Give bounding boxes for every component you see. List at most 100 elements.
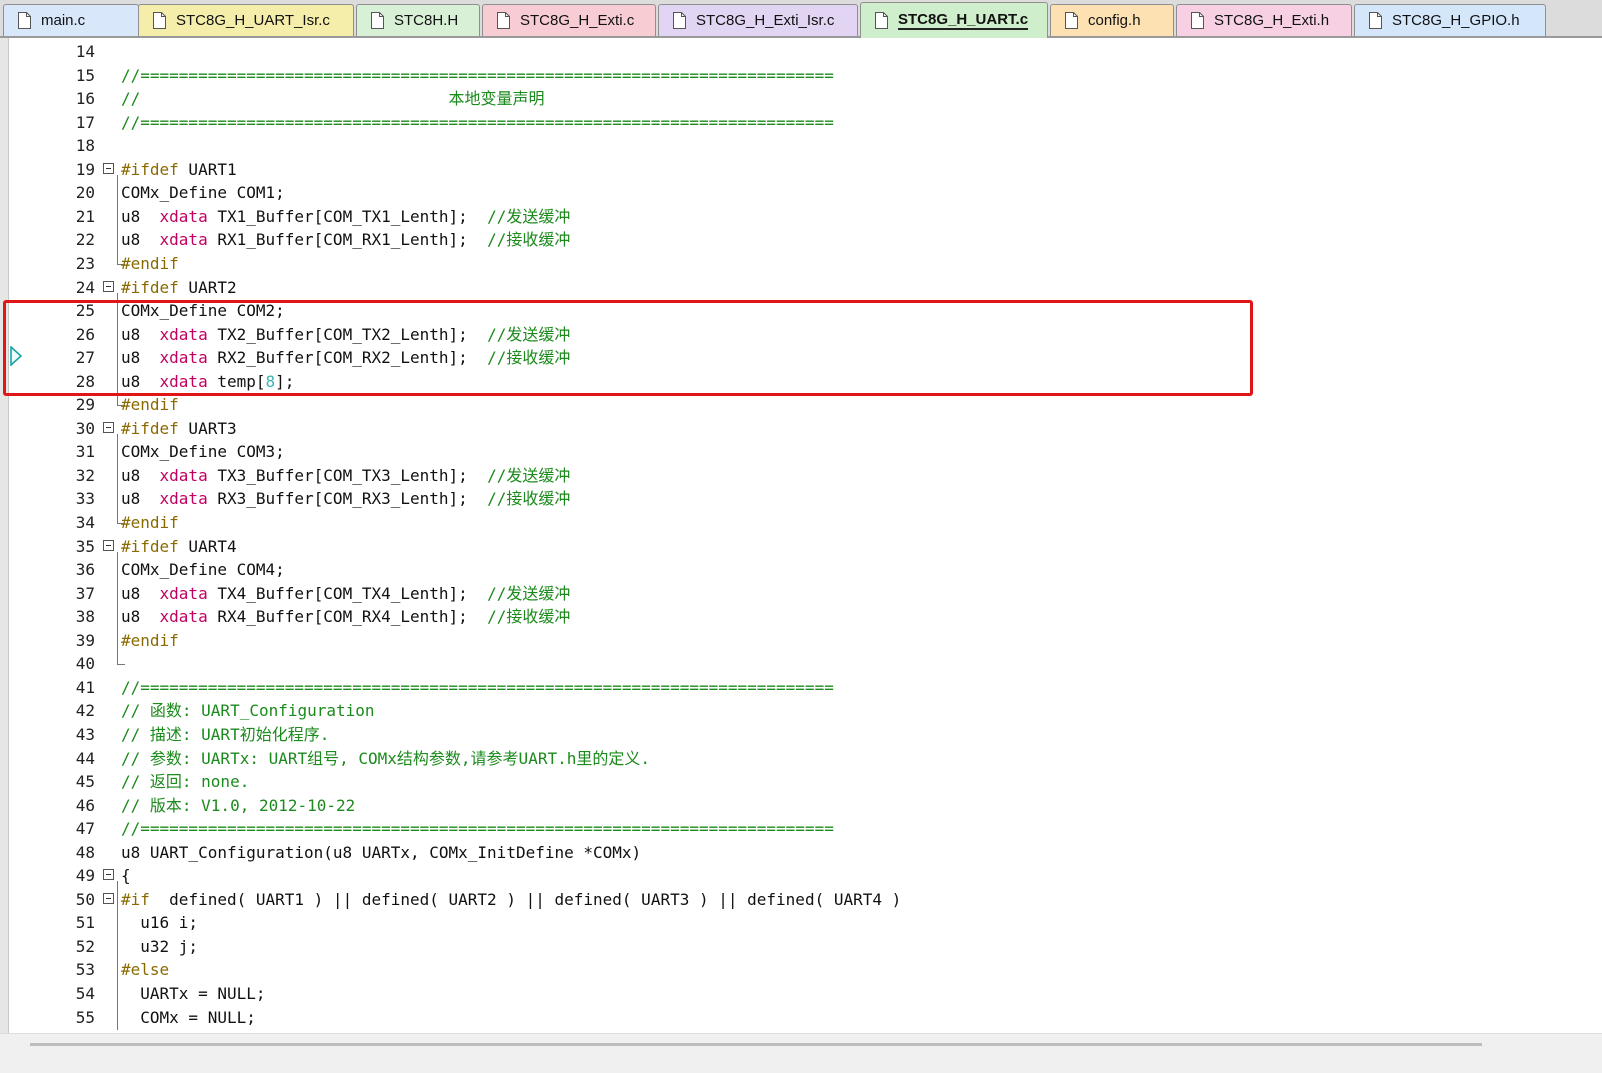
code-comment: // 参数: UARTx: UART组号, COMx结构参数,请参考UART.h… (121, 748, 650, 768)
code-text: RX3_Buffer[COM_RX3_Lenth]; (207, 489, 488, 509)
code-text: UARTx = NULL; (121, 984, 266, 1003)
line-number: 26 (75, 324, 95, 344)
code-line[interactable]: // 函数: UART_Configuration (121, 699, 375, 723)
gutter-line: 47 (9, 817, 119, 841)
code-line[interactable]: // 返回: none. (121, 770, 249, 794)
code-line[interactable]: // 本地变量声明 (121, 87, 545, 111)
code-line[interactable]: COMx = NULL; (121, 1006, 256, 1030)
fold-range-line (117, 174, 118, 264)
code-keyword: xdata (159, 348, 208, 368)
code-line[interactable]: COMx_Define COM4; (121, 558, 285, 582)
code-line[interactable]: COMx_Define COM1; (121, 181, 285, 205)
code-editor[interactable]: 14 15 16 17 18 19 20 21 22 23 24 25 26 27 28 29 30 31 32 33… (0, 38, 1602, 1073)
code-line[interactable]: #else (121, 958, 169, 982)
code-line[interactable]: //======================================… (121, 64, 834, 88)
file-icon (497, 12, 510, 29)
code-line[interactable]: #ifdef UART2 (121, 276, 237, 300)
code-line[interactable]: u8 xdata RX1_Buffer[COM_RX1_Lenth]; //接收… (121, 228, 570, 252)
code-number: 8 (265, 371, 276, 391)
fold-toggle-icon[interactable] (103, 869, 114, 881)
line-number: 19 (75, 159, 95, 179)
line-number: 29 (75, 395, 95, 415)
code-line[interactable]: u8 UART_Configuration(u8 UARTx, COMx_Ini… (121, 841, 641, 865)
code-line[interactable]: // 描述: UART初始化程序. (121, 723, 329, 747)
code-text: u8 (121, 348, 160, 368)
tab-config-h[interactable]: config.h (1050, 4, 1174, 36)
code-area[interactable]: //======================================… (121, 38, 1581, 1038)
code-line[interactable]: #ifdef UART1 (121, 158, 237, 182)
line-number: 22 (75, 230, 95, 250)
code-comment: //发送缓冲 (487, 583, 571, 603)
code-line[interactable]: //======================================… (121, 111, 834, 135)
code-line[interactable]: #ifdef UART4 (121, 535, 237, 559)
code-line[interactable]: //======================================… (121, 817, 834, 841)
gutter-line: 31 (9, 440, 119, 464)
code-text: TX2_Buffer[COM_TX2_Lenth]; (207, 324, 488, 344)
code-line[interactable]: COMx_Define COM2; (121, 299, 285, 323)
code-line[interactable]: #endif (121, 252, 179, 276)
code-line[interactable]: UARTx = NULL; (121, 982, 266, 1006)
code-text: u32 j; (121, 936, 199, 956)
code-line[interactable]: { (121, 864, 131, 888)
bookmark-margin[interactable] (0, 38, 9, 1038)
gutter-line: 32 (9, 464, 119, 488)
code-line[interactable]: u8 xdata RX4_Buffer[COM_RX4_Lenth]; //接收… (121, 605, 570, 629)
tab-stc8h-h[interactable]: STC8H.H (356, 4, 480, 36)
file-icon (1369, 12, 1382, 29)
gutter-line: 49 (9, 864, 119, 888)
fold-toggle-icon[interactable] (103, 162, 114, 174)
code-comment: //======================================… (121, 677, 834, 697)
tab-main-c[interactable]: main.c (3, 4, 139, 36)
code-text: TX1_Buffer[COM_TX1_Lenth]; (207, 206, 488, 226)
tab-stc8g-h-gpio-h[interactable]: STC8G_H_GPIO.h (1354, 4, 1546, 36)
code-line[interactable]: //======================================… (121, 676, 834, 700)
scrollbar-track[interactable] (30, 1043, 1482, 1046)
tab-stc8g-h-exti-isr-c[interactable]: STC8G_H_Exti_Isr.c (658, 4, 858, 36)
code-line[interactable]: u8 xdata TX4_Buffer[COM_TX4_Lenth]; //发送… (121, 582, 570, 606)
tab-stc8g-h-uart-isr-c[interactable]: STC8G_H_UART_Isr.c (138, 4, 354, 36)
line-number: 48 (75, 842, 95, 862)
code-text: COMx_Define COM3; (121, 442, 285, 462)
code-line[interactable]: u8 xdata TX2_Buffer[COM_TX2_Lenth]; //发送… (121, 323, 570, 347)
horizontal-scrollbar[interactable] (0, 1033, 1602, 1073)
code-line[interactable]: u16 i; (121, 911, 198, 935)
code-line[interactable]: // 参数: UARTx: UART组号, COMx结构参数,请参考UART.h… (121, 747, 650, 771)
fold-toggle-icon[interactable] (103, 539, 114, 551)
line-number: 53 (75, 960, 95, 980)
code-line[interactable]: #if defined( UART1 ) || defined( UART2 )… (121, 888, 901, 912)
code-text: defined( UART1 ) || defined( UART2 ) || … (149, 889, 902, 909)
code-line[interactable]: u8 xdata RX3_Buffer[COM_RX3_Lenth]; //接收… (121, 487, 570, 511)
fold-toggle-icon[interactable] (103, 892, 114, 904)
code-comment: // 返回: none. (121, 772, 250, 792)
code-preprocessor: #ifdef (121, 277, 179, 297)
code-line[interactable]: // 版本: V1.0, 2012-10-22 (121, 794, 355, 818)
code-text: TX4_Buffer[COM_TX4_Lenth]; (207, 583, 488, 603)
code-text: u8 (121, 324, 160, 344)
code-line[interactable]: u32 j; (121, 935, 198, 959)
code-preprocessor: #ifdef (121, 159, 179, 179)
line-number: 47 (75, 819, 95, 839)
fold-range-line (117, 881, 118, 1030)
code-preprocessor: #endif (121, 395, 179, 415)
code-line[interactable]: #endif (121, 511, 179, 535)
code-line[interactable]: COMx_Define COM3; (121, 440, 285, 464)
code-line[interactable]: u8 xdata temp[8]; (121, 370, 294, 394)
fold-toggle-icon[interactable] (103, 421, 114, 433)
line-number: 54 (75, 984, 95, 1003)
gutter-line: 19 (9, 158, 119, 182)
gutter-line: 25 (9, 299, 119, 323)
gutter-line: 46 (9, 794, 119, 818)
tab-stc8g-h-exti-h[interactable]: STC8G_H_Exti.h (1176, 4, 1352, 36)
code-keyword: xdata (159, 607, 208, 627)
code-line[interactable]: #endif (121, 629, 179, 653)
code-line[interactable]: u8 xdata TX3_Buffer[COM_TX3_Lenth]; //发送… (121, 464, 570, 488)
code-line[interactable]: #endif (121, 393, 179, 417)
fold-toggle-icon[interactable] (103, 280, 114, 292)
code-comment: //接收缓冲 (487, 348, 571, 368)
code-line[interactable]: u8 xdata TX1_Buffer[COM_TX1_Lenth]; //发送… (121, 205, 570, 229)
code-line[interactable]: u8 xdata RX2_Buffer[COM_RX2_Lenth]; //接收… (121, 346, 570, 370)
code-line[interactable]: #ifdef UART3 (121, 417, 237, 441)
line-number: 52 (75, 936, 95, 956)
tab-stc8g-h-uart-c[interactable]: STC8G_H_UART.c (860, 2, 1048, 38)
tab-stc8g-h-exti-c[interactable]: STC8G_H_Exti.c (482, 4, 656, 36)
